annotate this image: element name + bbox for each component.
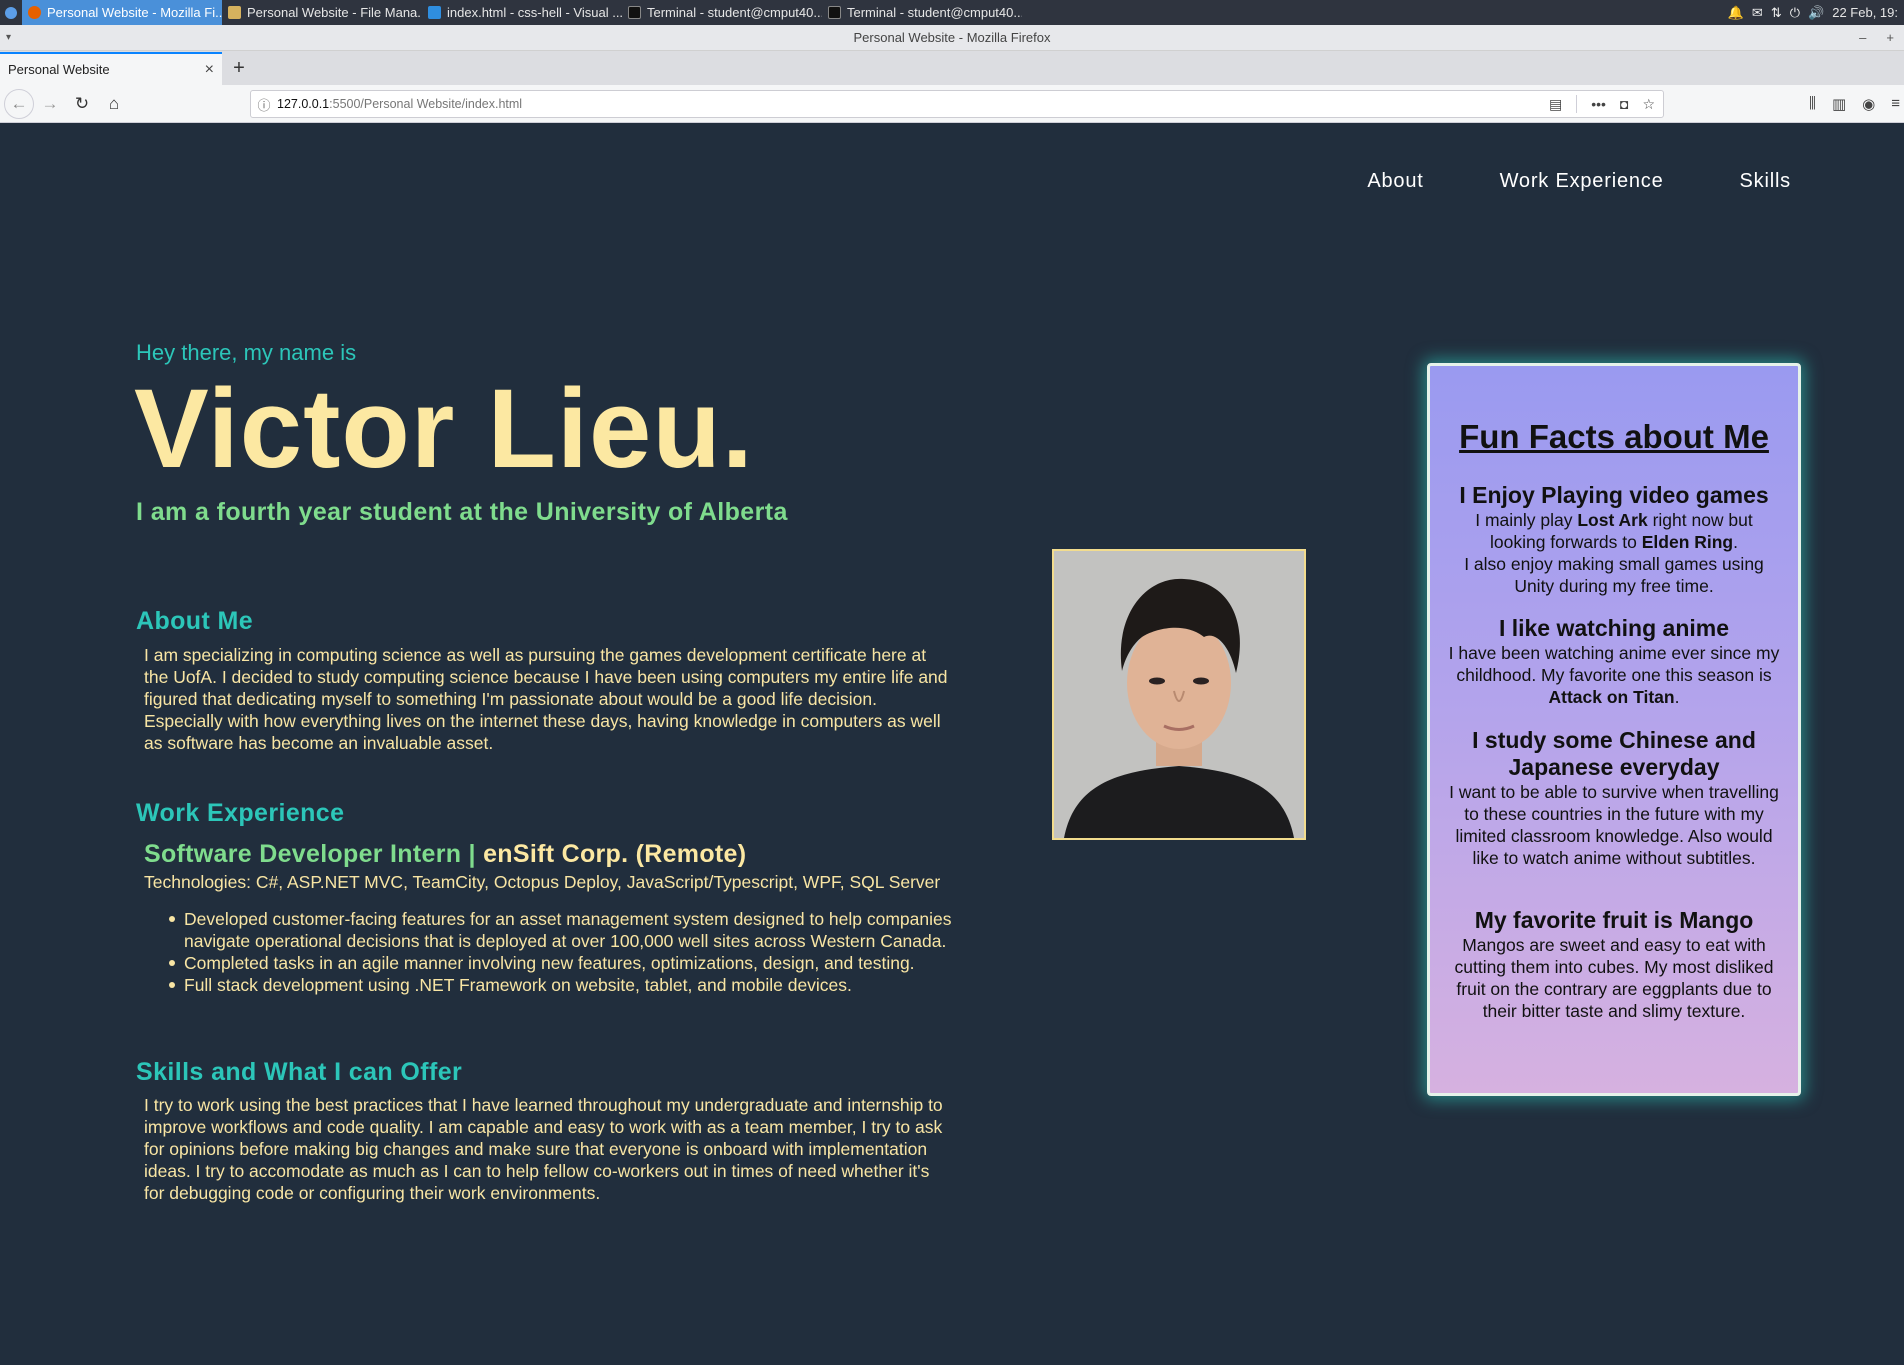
- fact-text: I also enjoy making small games using Un…: [1464, 554, 1764, 596]
- hero-tagline: I am a fourth year student at the Univer…: [136, 498, 788, 526]
- clock[interactable]: 22 Feb, 19:: [1832, 5, 1898, 20]
- fact-heading: I like watching anime: [1498, 615, 1730, 641]
- system-tray: 🔔 ✉ ⇅ ⏻ 🔊 22 Feb, 19:: [1728, 5, 1904, 21]
- menu-hamburger-icon[interactable]: ≡: [1891, 95, 1900, 113]
- fun-fact-fruit: My favorite fruit is Mango Mangos are sw…: [1448, 907, 1780, 1022]
- job-title: Software Developer Intern | enSift Corp.…: [144, 840, 746, 869]
- fact-heading: I Enjoy Playing video games: [1459, 482, 1769, 508]
- list-item: Full stack development using .NET Framew…: [169, 974, 954, 996]
- folder-icon: [228, 6, 241, 19]
- tab-strip: Personal Website × +: [0, 51, 1904, 85]
- tab-personal-website[interactable]: Personal Website ×: [0, 52, 222, 85]
- menu-logo-icon: [5, 6, 17, 19]
- url-divider: [1576, 95, 1578, 113]
- list-item: Completed tasks in an agile manner invol…: [169, 952, 954, 974]
- task-label: Personal Website - File Mana...: [247, 5, 422, 20]
- job-role: Software Developer Intern |: [144, 840, 476, 868]
- terminal-icon: [828, 6, 841, 19]
- fun-fact-languages: I study some Chinese and Japanese everyd…: [1448, 727, 1780, 869]
- fact-text: I have been watching anime ever since my…: [1448, 643, 1780, 707]
- navigation-toolbar: ← → ↻ ⌂ ⓘ 127.0.0.1 :5500/Personal Websi…: [0, 85, 1904, 123]
- vscode-icon: [428, 6, 441, 19]
- about-heading: About Me: [136, 607, 254, 635]
- nav-link-work-experience[interactable]: Work Experience: [1500, 170, 1664, 193]
- fun-facts-title: Fun Facts about Me: [1459, 418, 1769, 455]
- task-label: Personal Website - Mozilla Fi...: [47, 5, 222, 20]
- pocket-icon[interactable]: ◘: [1620, 96, 1628, 112]
- sidebar-icon[interactable]: ▥: [1832, 95, 1846, 113]
- site-nav: About Work Experience Skills: [1367, 170, 1791, 193]
- back-button[interactable]: ←: [4, 88, 34, 119]
- home-button[interactable]: ⌂: [98, 88, 130, 120]
- fact-text: I want to be able to survive when travel…: [1449, 782, 1779, 868]
- fun-fact-video-games: I Enjoy Playing video games I mainly pla…: [1448, 482, 1780, 597]
- window-titlebar: ▾ Personal Website - Mozilla Firefox – +: [0, 25, 1904, 51]
- power-icon[interactable]: ⏻: [1790, 5, 1800, 21]
- new-tab-button[interactable]: +: [222, 52, 256, 85]
- notification-bell-icon[interactable]: 🔔: [1728, 5, 1744, 21]
- account-icon[interactable]: ◉: [1862, 95, 1875, 113]
- job-bullets: Developed customer-facing features for a…: [169, 908, 954, 996]
- task-label: Terminal - student@cmput40...: [847, 5, 1022, 20]
- start-menu-button[interactable]: [0, 0, 22, 25]
- close-tab-icon[interactable]: ×: [205, 61, 214, 79]
- hero-name: Victor Lieu.: [134, 366, 754, 491]
- fact-heading: I study some Chinese and Japanese everyd…: [1472, 727, 1756, 780]
- fun-facts-card: Fun Facts about Me I Enjoy Playing video…: [1427, 363, 1801, 1096]
- url-host: 127.0.0.1: [277, 97, 330, 111]
- fact-text: I mainly play Lost Ark right now but loo…: [1475, 510, 1753, 552]
- url-path: :5500/Personal Website/index.html: [329, 97, 523, 111]
- reader-view-icon[interactable]: ▤: [1549, 96, 1562, 113]
- job-technologies: Technologies: C#, ASP.NET MVC, TeamCity,…: [144, 872, 941, 892]
- nav-link-skills[interactable]: Skills: [1740, 170, 1791, 193]
- window-title: Personal Website - Mozilla Firefox: [853, 30, 1051, 45]
- forward-button[interactable]: →: [34, 88, 66, 120]
- work-heading: Work Experience: [136, 799, 345, 827]
- about-body: I am specializing in computing science a…: [144, 645, 948, 753]
- fun-fact-anime: I like watching anime I have been watchi…: [1448, 615, 1780, 708]
- greeting: Hey there, my name is: [136, 340, 357, 365]
- profile-photo: [1052, 549, 1306, 840]
- nav-link-about[interactable]: About: [1367, 170, 1423, 193]
- job-company: enSift Corp. (Remote): [483, 840, 747, 868]
- mail-icon[interactable]: ✉: [1752, 5, 1763, 21]
- network-icon[interactable]: ⇅: [1771, 5, 1782, 21]
- firefox-icon: [28, 6, 41, 19]
- taskbar-task-terminal-2[interactable]: Terminal - student@cmput40...: [822, 0, 1022, 25]
- fact-text: Mangos are sweet and easy to eat with cu…: [1454, 935, 1774, 1021]
- taskbar-task-file-manager[interactable]: Personal Website - File Mana...: [222, 0, 422, 25]
- skills-heading: Skills and What I can Offer: [136, 1058, 463, 1086]
- site-info-icon[interactable]: ⓘ: [251, 95, 277, 114]
- task-label: index.html - css-hell - Visual ...: [447, 5, 622, 20]
- tab-title: Personal Website: [8, 62, 110, 77]
- taskbar-task-firefox[interactable]: Personal Website - Mozilla Fi...: [22, 0, 222, 25]
- library-icon[interactable]: ⫼: [1809, 95, 1816, 113]
- minimize-icon[interactable]: –: [1859, 30, 1866, 45]
- taskbar-task-terminal-1[interactable]: Terminal - student@cmput40...: [622, 0, 822, 25]
- volume-icon[interactable]: 🔊: [1808, 5, 1824, 21]
- portrait-illustration: [1054, 551, 1304, 838]
- skills-body: I try to work using the best practices t…: [144, 1095, 943, 1203]
- maximize-icon[interactable]: +: [1886, 30, 1894, 45]
- task-label: Terminal - student@cmput40...: [647, 5, 822, 20]
- window-menu-icon[interactable]: ▾: [6, 32, 11, 43]
- list-item: Developed customer-facing features for a…: [169, 908, 954, 952]
- reload-button[interactable]: ↻: [66, 88, 98, 120]
- url-bar[interactable]: ⓘ 127.0.0.1 :5500/Personal Website/index…: [250, 90, 1664, 118]
- bookmark-star-icon[interactable]: ☆: [1642, 96, 1655, 113]
- desktop-taskbar: Personal Website - Mozilla Fi... Persona…: [0, 0, 1904, 25]
- fact-heading: My favorite fruit is Mango: [1474, 907, 1754, 933]
- page-actions-icon[interactable]: •••: [1591, 96, 1606, 112]
- terminal-icon: [628, 6, 641, 19]
- taskbar-task-vscode[interactable]: index.html - css-hell - Visual ...: [422, 0, 622, 25]
- web-page: About Work Experience Skills Hey there, …: [0, 123, 1904, 1365]
